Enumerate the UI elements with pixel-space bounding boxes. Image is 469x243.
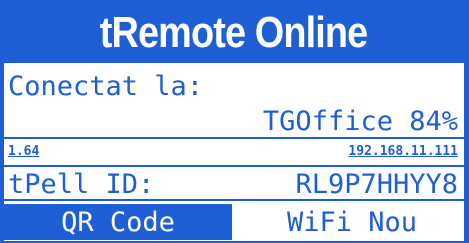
divider-middle <box>4 165 464 167</box>
qr-code-button[interactable]: QR Code <box>4 204 232 240</box>
title-bar: tRemote Online <box>4 3 464 63</box>
qr-code-button-label: QR Code <box>61 206 175 238</box>
connected-to-label: Conectat la: <box>8 71 204 102</box>
divider-bottom <box>4 199 464 201</box>
device-id-label: tPell ID: <box>8 169 155 200</box>
network-name-signal: TGOffice 84% <box>262 106 458 137</box>
app-title: tRemote Online <box>100 8 368 57</box>
device-screen: tRemote Online Conectat la: TGOffice 84%… <box>0 0 469 243</box>
divider-top <box>4 137 464 139</box>
device-id-value: RL9P7HHYY8 <box>295 169 458 200</box>
firmware-version: 1.64 <box>8 144 40 159</box>
wifi-new-button-label: WiFi Nou <box>286 206 418 238</box>
ip-address: 192.168.11.111 <box>348 144 458 159</box>
wifi-new-button[interactable]: WiFi Nou <box>240 204 464 240</box>
